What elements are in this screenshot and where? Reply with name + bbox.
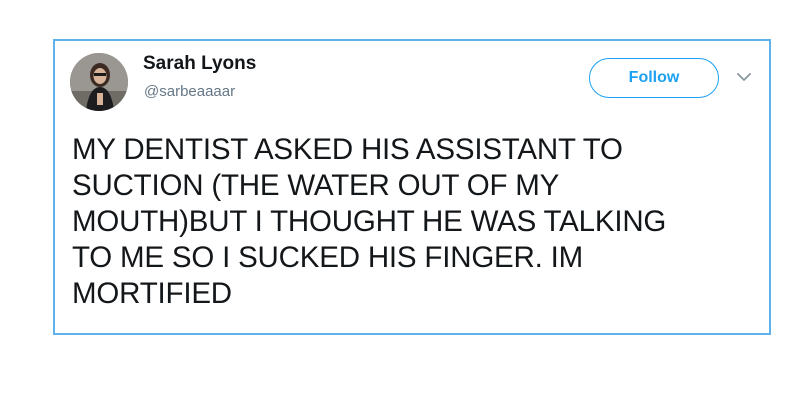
tweet-text-line: MORTIFIED	[72, 277, 232, 310]
avatar[interactable]	[70, 53, 128, 111]
author-handle[interactable]: @sarbeaaaar	[144, 83, 235, 100]
chevron-down-icon[interactable]	[736, 70, 752, 82]
avatar-photo	[70, 53, 128, 111]
author-name[interactable]: Sarah Lyons	[143, 53, 256, 75]
tweet-text: MY DENTIST ASKED HIS ASSISTANT TO SUCTIO…	[72, 132, 762, 312]
tweet-text-line: SUCTION (THE WATER OUT OF MY	[72, 169, 560, 202]
tweet-text-line: MY DENTIST ASKED HIS ASSISTANT TO	[72, 133, 623, 166]
tweet-text-line: TO ME SO I SUCKED HIS FINGER. IM	[72, 241, 584, 274]
tweet-card: Sarah Lyons @sarbeaaaar Follow MY DENTIS…	[53, 39, 771, 335]
tweet-text-line: MOUTH)BUT I THOUGHT HE WAS TALKING	[72, 205, 667, 238]
follow-button[interactable]: Follow	[589, 58, 719, 98]
